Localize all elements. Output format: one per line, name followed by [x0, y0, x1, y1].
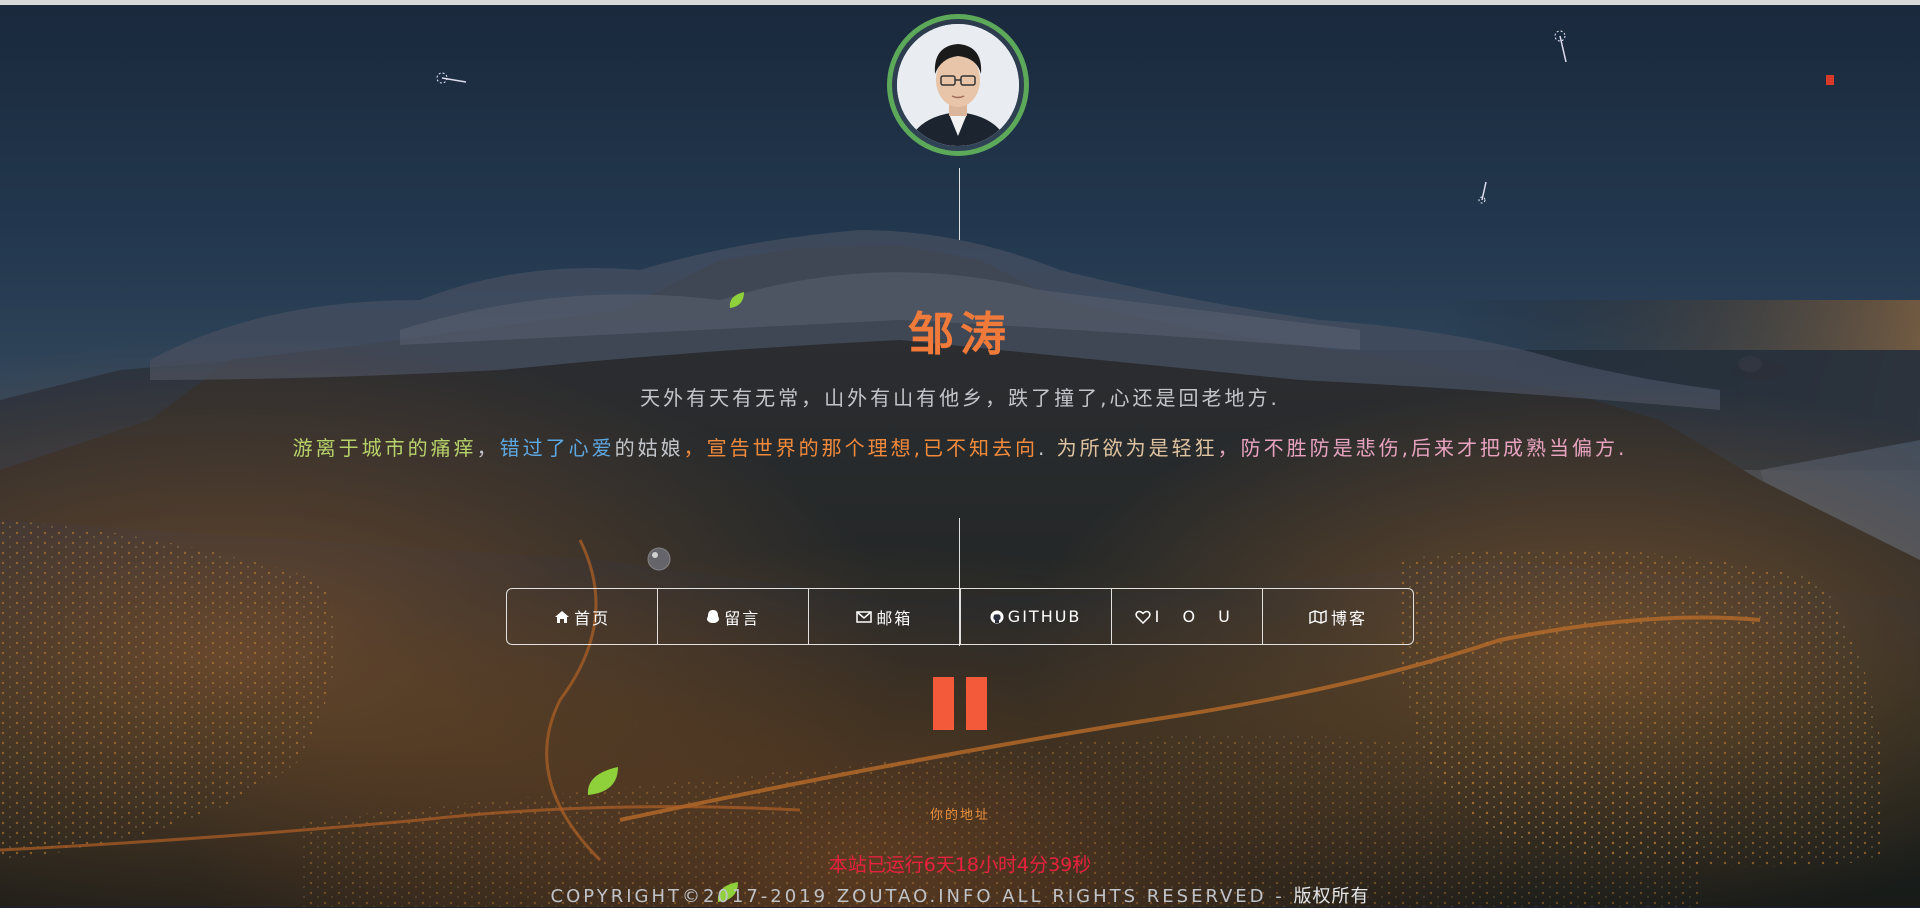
envelope-icon — [856, 610, 873, 623]
motto-line-2: 游离于城市的痛痒，错过了心爱的姑娘，宣告世界的那个理想,已不知去向. 为所欲为是… — [0, 432, 1920, 461]
motto-segment: . — [1037, 436, 1057, 460]
nav-mail[interactable]: 邮箱 — [809, 589, 961, 644]
nav-blog-label: 博客 — [1330, 608, 1367, 628]
nav-github-label: GITHUB — [1007, 607, 1082, 626]
top-strip — [0, 0, 1920, 5]
site-runtime: 本站已运行6天18小时4分39秒 — [828, 854, 1092, 876]
nav-github[interactable]: GITHUB — [961, 589, 1112, 644]
nav-home[interactable]: 首页 — [507, 589, 659, 644]
nav-mail-label: 邮箱 — [876, 608, 913, 628]
copyright: COPYRIGHT©2017-2019 ZOUTAO.INFO ALL RIGH… — [0, 882, 1920, 908]
motto-segment: 错过了心爱 — [499, 436, 615, 460]
main-nav: 首页 留言 邮箱 GITHUB I O U 博客 — [506, 588, 1414, 645]
motto-segment: 为所欲为是轻狂 — [1056, 436, 1218, 460]
profile-name: 邹涛 — [908, 307, 1012, 361]
copyright-cn: 版权所有 — [1293, 886, 1370, 907]
nav-blog[interactable]: 博客 — [1263, 589, 1413, 644]
motto-line-1-text: 天外有天有无常，山外有山有他乡，跌了撞了,心还是回老地方. — [640, 386, 1280, 410]
avatar-photo — [897, 24, 1019, 146]
pause-icon — [933, 677, 954, 730]
qq-icon — [707, 609, 720, 623]
motto-line-1: 天外有天有无常，山外有山有他乡，跌了撞了,心还是回老地方. — [0, 382, 1920, 411]
map-icon — [1309, 609, 1327, 624]
motto-segment: 游离于城市的痛痒 — [292, 436, 477, 460]
motto-segment: ，防不胜防是悲伤,后来才把成熟当偏方. — [1217, 436, 1628, 460]
nav-message-label: 留言 — [724, 608, 761, 628]
github-icon — [990, 610, 1004, 623]
motto-segment: 的姑娘 — [614, 436, 684, 460]
nav-iou-label: I O U — [1154, 607, 1239, 626]
visitor-address-label: 你的地址 — [929, 808, 990, 823]
profile-page: 邹涛 天外有天有无常，山外有山有他乡，跌了撞了,心还是回老地方. 游离于城市的痛… — [0, 0, 1920, 907]
nav-iou[interactable]: I O U — [1112, 589, 1263, 644]
home-icon — [555, 610, 570, 623]
heart-icon — [1135, 610, 1151, 624]
motto-segment: ， — [476, 436, 500, 460]
copyright-text: COPYRIGHT©2017-2019 ZOUTAO.INFO ALL RIGH… — [550, 886, 1294, 907]
nav-message[interactable]: 留言 — [658, 589, 810, 644]
nav-home-label: 首页 — [574, 608, 611, 628]
avatar[interactable] — [887, 14, 1029, 156]
motto-segment: ，宣告世界的那个理想,已不知去向 — [683, 436, 1038, 460]
music-pause-button[interactable] — [933, 677, 987, 730]
divider-line-top — [959, 168, 960, 240]
